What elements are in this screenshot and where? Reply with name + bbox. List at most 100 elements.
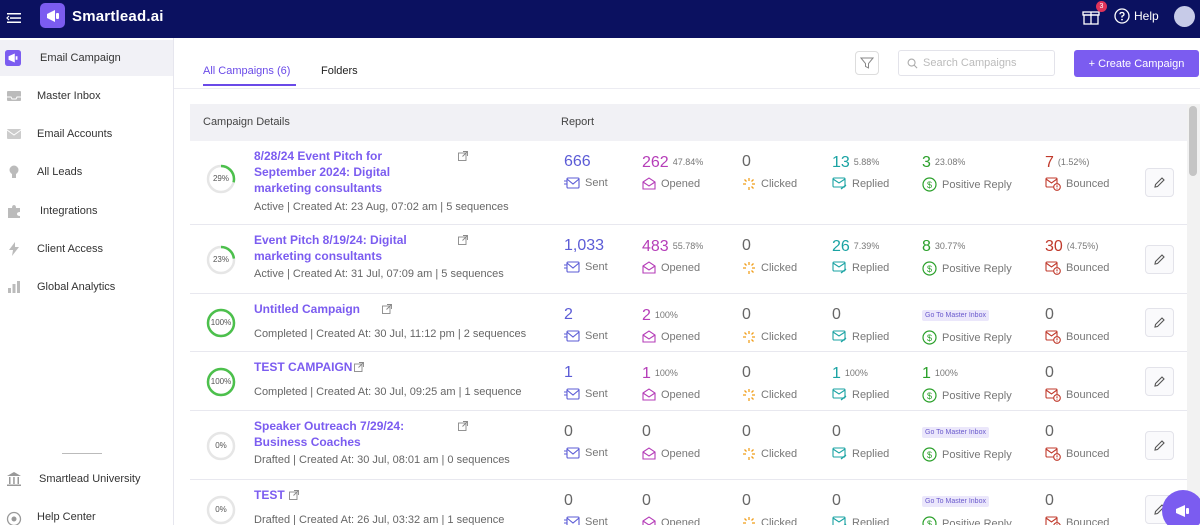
campaign-name-line: Untitled Campaign	[254, 302, 361, 316]
metric-value: 1	[564, 364, 573, 381]
metric-label-text: Clicked	[761, 331, 798, 343]
external-link-icon[interactable]	[289, 490, 299, 500]
search-box[interactable]	[898, 50, 1055, 76]
external-link-icon[interactable]	[354, 362, 364, 372]
sidebar-item-integrations[interactable]: Integrations	[0, 193, 173, 229]
tab-folders[interactable]: Folders	[321, 65, 358, 77]
campaign-meta: Active | Created At: 31 Jul, 07:09 am | …	[254, 268, 504, 280]
metric-percent: 55.78%	[672, 241, 704, 251]
help-icon[interactable]	[1114, 8, 1130, 24]
metric-label-text: Replied	[852, 261, 890, 274]
table-row[interactable]: 23% Event Pitch 8/19/24: Digital marketing…	[190, 225, 1187, 294]
metric-label-text: Positive Reply	[942, 389, 1012, 402]
table-row[interactable]: 100% Untitled Campaign Completed | Created…	[190, 294, 1187, 352]
chat-launcher-button[interactable]	[1162, 490, 1200, 525]
metric-sent: 1,033 Sent	[564, 237, 608, 273]
sidebar-item-email-accounts[interactable]: Email Accounts	[0, 116, 173, 152]
table-row[interactable]: 100% TEST CAMPAIGN Completed | Created At:…	[190, 352, 1187, 411]
metric-label: Replied	[832, 516, 889, 525]
campaign-name-link[interactable]: Event Pitch 8/19/24: Digital marketing co…	[254, 232, 444, 264]
metric-label: $ Positive Reply	[922, 388, 1012, 403]
metric-label-text: Clicked	[761, 262, 798, 274]
sent-icon	[564, 261, 580, 273]
metric-replied: 0 Replied	[832, 306, 889, 343]
edit-campaign-button[interactable]	[1145, 245, 1174, 274]
edit-campaign-button[interactable]	[1145, 367, 1174, 396]
metric-label-text: Replied	[852, 447, 890, 460]
metric-value: 1	[832, 365, 841, 382]
metric-bounced: 30 (4.75%) Bounced	[1045, 237, 1109, 275]
table-row[interactable]: 0% Speaker Outreach 7/29/24: Business Coac…	[190, 411, 1187, 480]
campaign-name-link[interactable]: TEST CAMPAIGN	[254, 359, 444, 375]
help-link[interactable]: Help	[1134, 9, 1159, 23]
external-link-icon[interactable]	[458, 421, 468, 431]
campaign-name-link[interactable]: 8/28/24 Event Pitch for September 2024: D…	[254, 148, 444, 196]
metric-label: Sent	[564, 177, 608, 189]
metric-label-text: Bounced	[1066, 389, 1110, 401]
metric-bounced: 0 Bounced	[1045, 423, 1109, 461]
metric-label: Opened	[642, 388, 700, 401]
metric-label-text: Opened	[661, 177, 701, 190]
go-to-master-inbox-link[interactable]: Go To Master Inbox	[922, 427, 989, 438]
tab-all-campaigns[interactable]: All Campaigns (6)	[203, 65, 290, 77]
dollar-icon: $	[922, 261, 937, 276]
metric-label: Replied	[832, 447, 889, 460]
external-link-icon[interactable]	[458, 151, 468, 161]
metric-label-text: Replied	[852, 388, 890, 401]
sidebar-item-email-campaign[interactable]: Email Campaign	[0, 40, 173, 76]
sidebar-item-all-leads[interactable]: All Leads	[0, 154, 173, 190]
metric-value: 0	[742, 306, 751, 323]
metric-opened: 1 100% Opened	[642, 364, 700, 401]
metric-opened: 0 Opened	[642, 492, 700, 525]
metric-value: 0	[832, 423, 841, 440]
campaign-name-line: September 2024: Digital	[254, 165, 391, 179]
metric-label-text: Bounced	[1066, 262, 1110, 274]
sidebar-item-smartlead-university[interactable]: Smartlead University	[0, 461, 173, 497]
campaign-name-link[interactable]: Speaker Outreach 7/29/24: Business Coache…	[254, 418, 444, 450]
campaign-name-link[interactable]: TEST	[254, 487, 444, 503]
avatar[interactable]	[1174, 6, 1195, 27]
metric-percent: (4.75%)	[1066, 241, 1099, 251]
metric-value: 8	[922, 238, 931, 255]
metric-clicked: 0 Clicked	[742, 153, 797, 190]
sidebar-item-master-inbox[interactable]: Master Inbox	[0, 78, 173, 114]
metric-label-text: Opened	[661, 261, 701, 274]
filter-icon	[860, 57, 874, 69]
replied-icon	[832, 516, 847, 525]
clicked-icon	[743, 389, 755, 401]
metric-label: Bounced	[1045, 330, 1109, 344]
search-input[interactable]	[923, 55, 1051, 71]
external-link-icon[interactable]	[382, 304, 392, 314]
metric-label: Sent	[564, 330, 608, 342]
sidebar-item-help-center[interactable]: Help Center	[0, 499, 173, 525]
metric-label: Clicked	[742, 447, 797, 461]
scrollbar-thumb[interactable]	[1189, 106, 1197, 176]
edit-campaign-button[interactable]	[1145, 308, 1174, 337]
metric-label: Clicked	[742, 388, 797, 402]
metric-label: Opened	[642, 447, 700, 460]
create-campaign-button[interactable]: + Create Campaign	[1074, 50, 1199, 77]
metric-percent: 100%	[934, 368, 958, 378]
campaign-name-link[interactable]: Untitled Campaign	[254, 301, 444, 317]
sidebar-item-client-access[interactable]: Client Access	[0, 231, 173, 267]
go-to-master-inbox-link[interactable]: Go To Master Inbox	[922, 310, 989, 321]
metric-label-text: Positive Reply	[942, 331, 1012, 344]
edit-campaign-button[interactable]	[1145, 431, 1174, 460]
edit-campaign-button[interactable]	[1145, 168, 1174, 197]
clicked-icon	[743, 178, 755, 190]
metric-percent: 30.77%	[934, 241, 966, 251]
progress-percent: 0%	[215, 505, 227, 514]
table-row[interactable]: 29% 8/28/24 Event Pitch for September 2024…	[190, 141, 1187, 225]
menu-toggle-icon[interactable]	[6, 10, 22, 26]
metric-percent: 7.39%	[853, 241, 880, 251]
svg-text:$: $	[927, 519, 932, 525]
progress-percent: 23%	[212, 255, 229, 264]
filter-button[interactable]	[855, 51, 879, 75]
external-link-icon[interactable]	[458, 235, 468, 245]
sent-icon	[564, 388, 580, 400]
progress-ring: 100%	[205, 366, 237, 398]
go-to-master-inbox-link[interactable]: Go To Master Inbox	[922, 496, 989, 507]
opened-icon	[642, 177, 656, 190]
sidebar-item-global-analytics[interactable]: Global Analytics	[0, 269, 173, 305]
table-row[interactable]: 0% TEST Drafted | Created At: 26 Jul, 03:3…	[190, 480, 1187, 525]
